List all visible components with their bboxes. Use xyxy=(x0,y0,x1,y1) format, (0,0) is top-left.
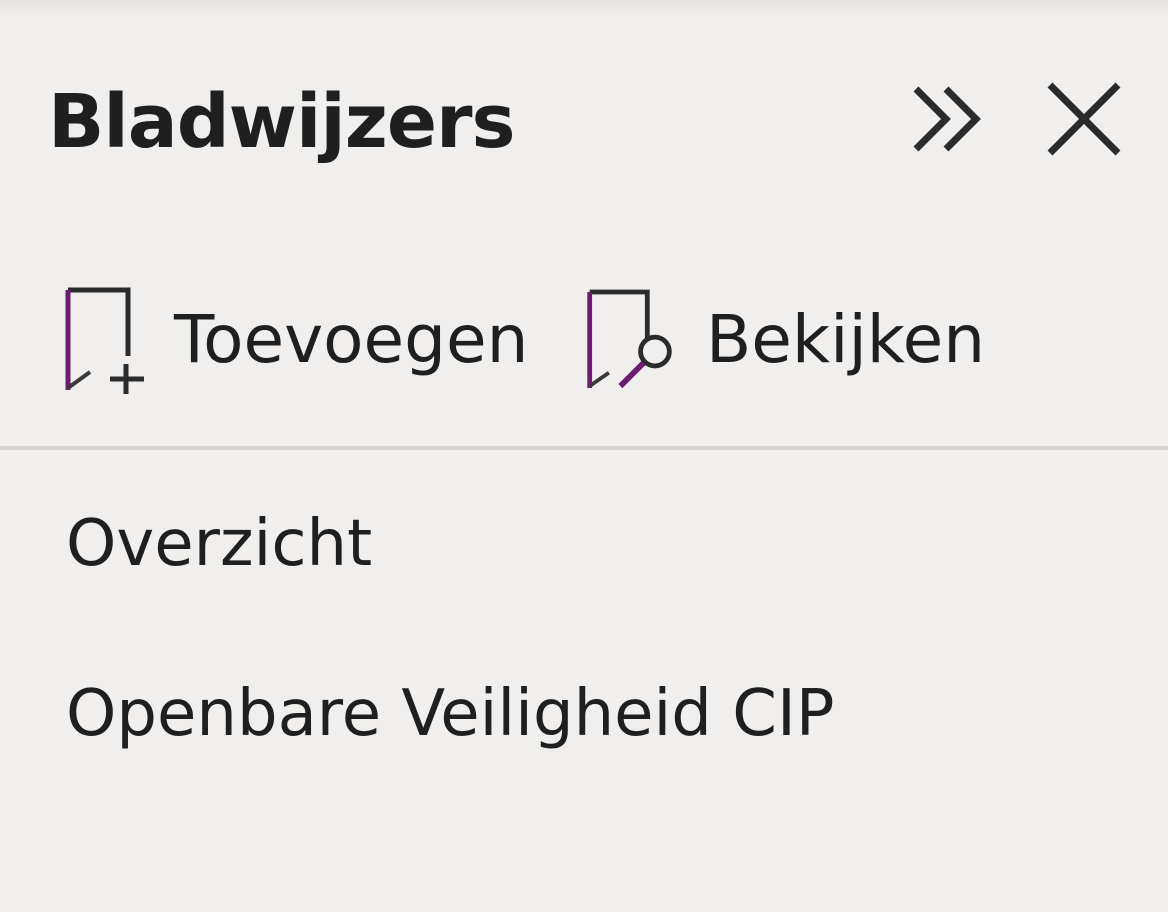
divider xyxy=(0,446,1168,450)
bookmark-label: Overzicht xyxy=(66,507,373,581)
bookmark-toolbar: Toevoegen Bekijken xyxy=(0,270,1168,410)
chevron-double-right-icon xyxy=(913,86,981,152)
close-panel-button[interactable] xyxy=(1034,74,1134,164)
expand-panel-button[interactable] xyxy=(900,74,1000,164)
view-bookmarks-button[interactable]: Bekijken xyxy=(582,284,985,396)
add-bookmark-button[interactable]: Toevoegen xyxy=(60,284,528,396)
add-bookmark-label: Toevoegen xyxy=(174,301,529,378)
bookmarks-panel: Bladwijzers Toevoegen Bekijken Overzicht… xyxy=(0,0,1168,912)
bookmark-search-icon xyxy=(582,284,678,396)
view-bookmarks-label: Bekijken xyxy=(706,301,986,378)
close-icon xyxy=(1047,82,1121,156)
bookmark-item-overzicht[interactable]: Overzicht xyxy=(0,490,1168,660)
panel-title: Bladwijzers xyxy=(48,79,516,165)
bookmark-label: Openbare Veiligheid CIP xyxy=(66,677,835,751)
bookmark-item-openbare-veiligheid-cip[interactable]: Openbare Veiligheid CIP xyxy=(0,660,1168,830)
bookmark-list: Overzicht Openbare Veiligheid CIP xyxy=(0,490,1168,830)
bookmark-add-icon xyxy=(60,284,156,396)
